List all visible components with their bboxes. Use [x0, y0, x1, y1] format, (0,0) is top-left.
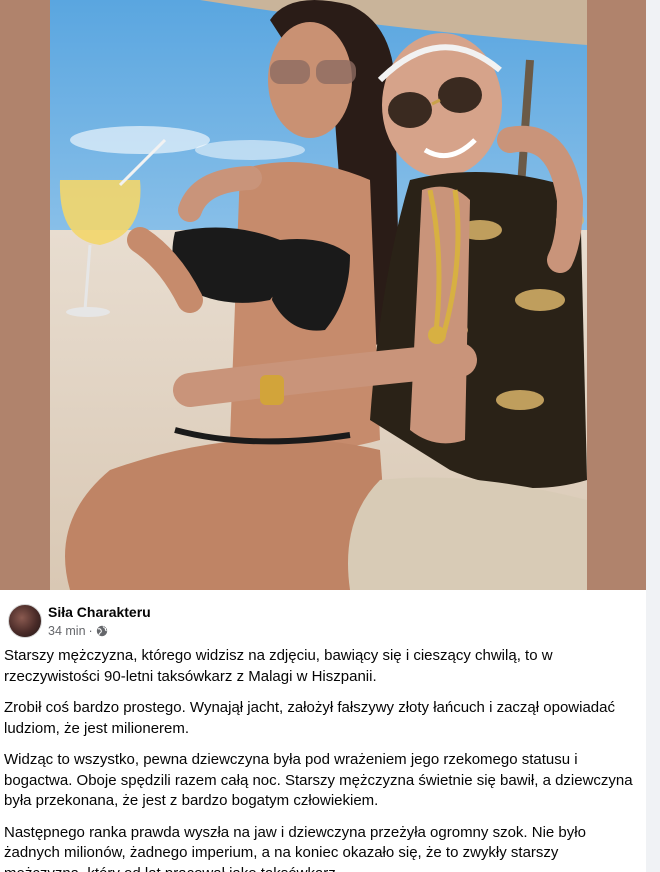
photo[interactable] [50, 0, 587, 590]
post-meta: 34 min · [48, 624, 108, 638]
post-paragraph: Następnego ranka prawda wyszła na jaw i … [4, 823, 586, 872]
post-header: Siła Charakteru 34 min · [8, 602, 628, 642]
globe-icon[interactable] [96, 625, 108, 637]
post-paragraph: Widząc to wszystko, pewna dziewczyna był… [4, 751, 633, 809]
photo-illustration [50, 0, 587, 590]
avatar[interactable] [8, 604, 42, 638]
post-image[interactable] [0, 0, 646, 590]
post-paragraph: Starszy mężczyzna, którego widzisz na zd… [4, 647, 553, 685]
scrollbar[interactable] [646, 0, 660, 872]
post-time[interactable]: 34 min [48, 624, 86, 638]
post-text: Starszy mężczyzna, którego widzisz na zd… [4, 646, 638, 872]
post-paragraph: Zrobił coś bardzo prostego. Wynajął jach… [4, 699, 615, 737]
post-card: Siła Charakteru 34 min · Starszy mężczyz… [0, 0, 646, 872]
author-name[interactable]: Siła Charakteru [48, 604, 151, 620]
meta-separator: · [88, 624, 93, 638]
